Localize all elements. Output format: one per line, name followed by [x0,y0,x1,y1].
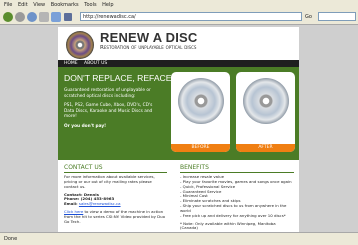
back-arrow-icon[interactable] [3,12,13,22]
contact-heading: CONTACT US [64,164,103,171]
benefits-heading: BENEFITS [180,164,209,171]
status-text: Done [4,236,18,242]
menu-bookmarks[interactable]: Bookmarks [51,0,79,10]
email-link[interactable]: sales@renewadisc.ca [79,201,121,206]
benefits-note: * Note: Only available within Winnipeg, … [180,220,276,231]
contact-divider [64,172,167,173]
disc-logo-icon [66,31,94,59]
contact-section: For more information about available ser… [64,174,167,225]
address-bar[interactable]: http://renewadisc.ca/ [80,12,302,21]
site-title: RENEW A DISC [100,30,198,45]
web-content: RENEW A DISC Restoration of unplayable o… [0,25,358,232]
contact-intro: For more information about available ser… [64,174,155,189]
address-url: http://renewadisc.ca/ [83,14,136,20]
after-label: AFTER [236,144,295,152]
restored-disc-image [243,78,289,124]
after-photo: AFTER [236,72,295,152]
email-label: Email: [64,201,79,207]
menu-edit[interactable]: Edit [18,0,28,10]
benefits-divider [180,172,294,173]
benefits-section: - Increase resale value - Play your favo… [180,174,294,231]
before-photo: BEFORE [171,72,230,152]
menu-file[interactable]: File [4,0,12,10]
before-label: BEFORE [171,144,230,152]
scratched-disc-image [178,78,224,124]
page-icon [64,13,72,21]
menu-tools[interactable]: Tools [84,0,96,10]
browser-menubar: File Edit View Bookmarks Tools Help [0,0,358,10]
home-icon[interactable] [51,12,61,22]
video-paragraph: Click here to view a demo of the machine… [64,209,167,225]
menu-help[interactable]: Help [102,0,113,10]
contact-email-row: Email: sales@renewadisc.ca [64,201,167,207]
benefits-list: - Increase resale value - Play your favo… [180,174,294,219]
stop-icon[interactable] [39,12,49,22]
nav-home[interactable]: HOME [64,60,78,67]
search-box[interactable] [318,12,356,21]
forward-arrow-icon[interactable] [15,12,25,22]
banner-disc-types: PS1, PS2, Game Cube, Xbox, DVD's, CD's D… [64,103,153,120]
menu-view[interactable]: View [33,0,45,10]
hero-banner: DON'T REPLACE, REFACE Guaranteed restora… [58,67,299,160]
banner-title: DON'T REPLACE, REFACE [64,73,172,83]
banner-guarantee: Or you don't pay! [64,124,107,129]
nav-about-us[interactable]: ABOUT US [84,60,107,67]
browser-statusbar: Done [0,232,358,245]
go-button[interactable]: Go [305,12,312,22]
benefit-item: - Free pick up and delivery for anything… [180,212,286,218]
site-nav: HOME ABOUT US [58,60,299,67]
site-header: RENEW A DISC Restoration of unplayable o… [58,27,299,60]
banner-intro: Guaranteed restoration of unplayable or … [64,88,151,99]
browser-toolbar: http://renewadisc.ca/ Go [0,10,358,25]
web-page: RENEW A DISC Restoration of unplayable o… [58,27,299,232]
reload-icon[interactable] [27,12,37,22]
site-tagline: Restoration of unplayable optical discs [100,45,197,51]
